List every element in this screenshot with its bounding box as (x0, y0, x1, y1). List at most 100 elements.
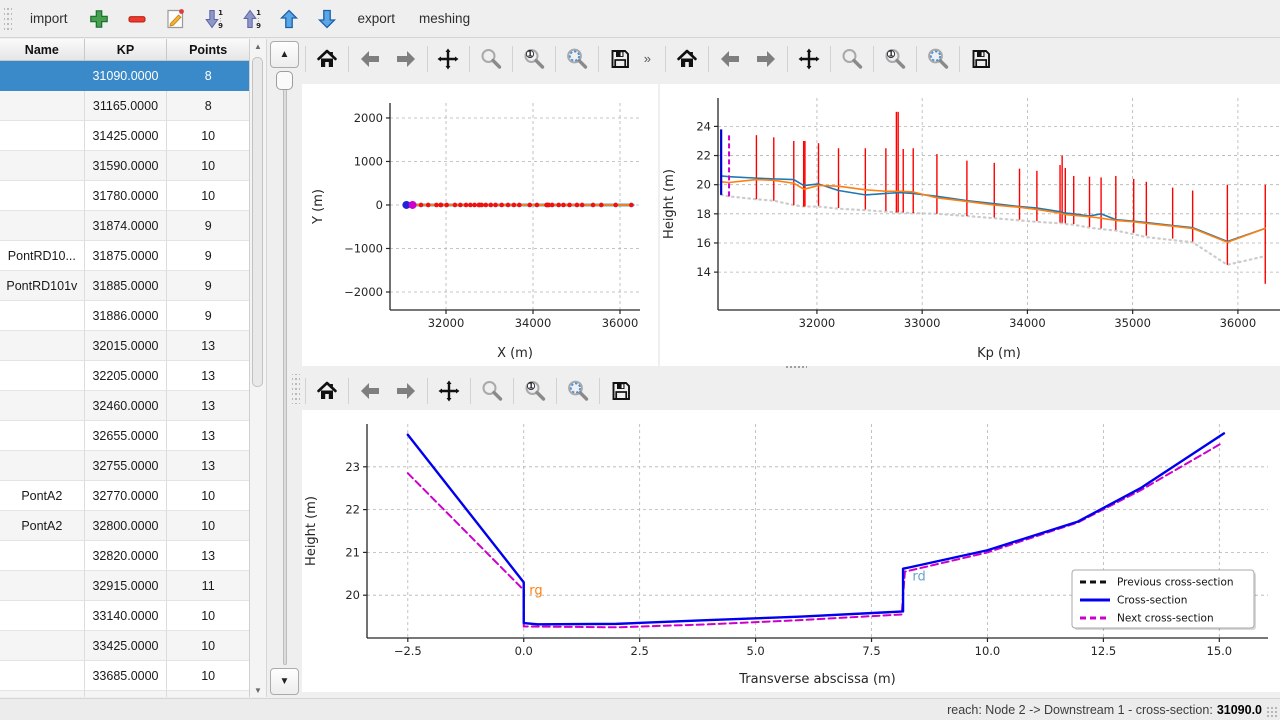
previous-section-button[interactable]: ▲ (270, 41, 299, 68)
table-row[interactable]: 32915.000011 (0, 571, 249, 601)
cell-kp[interactable]: 31090.0000 (85, 61, 168, 91)
cell-name[interactable] (0, 631, 85, 661)
cell-kp[interactable]: 32755.0000 (85, 451, 168, 481)
table-row[interactable]: 32205.000013 (0, 361, 249, 391)
table-row[interactable]: 33140.000010 (0, 601, 249, 631)
export-button[interactable]: export (348, 4, 406, 34)
cell-points[interactable]: 9 (167, 301, 249, 331)
cross-section-chart[interactable]: −2.50.02.55.07.510.012.515.020212223Tran… (302, 410, 1280, 692)
cell-kp[interactable]: 31886.0000 (85, 301, 168, 331)
toolbar-drag-handle[interactable] (4, 7, 12, 31)
table-row[interactable]: 33685.000010 (0, 661, 249, 691)
cell-name[interactable] (0, 391, 85, 421)
cell-name[interactable] (0, 151, 85, 181)
zoom-one-button[interactable] (517, 375, 553, 407)
save-figure-button[interactable] (963, 43, 999, 75)
move-up-button[interactable] (272, 4, 306, 34)
cell-points[interactable]: 13 (167, 331, 249, 361)
pan-button[interactable] (431, 43, 467, 75)
cell-kp[interactable]: 31875.0000 (85, 241, 168, 271)
cell-kp[interactable]: 32460.0000 (85, 391, 168, 421)
column-header-kp[interactable]: KP (85, 39, 168, 60)
cell-name[interactable]: PontA2 (0, 511, 85, 541)
sort-ascending-button[interactable] (234, 4, 268, 34)
table-row[interactable]: 31090.00008 (0, 61, 249, 91)
cell-points[interactable]: 13 (167, 391, 249, 421)
cell-name[interactable] (0, 691, 85, 697)
cell-name[interactable] (0, 91, 85, 121)
cell-name[interactable] (0, 451, 85, 481)
cell-points[interactable]: 10 (167, 181, 249, 211)
meshing-button[interactable]: meshing (409, 4, 480, 34)
section-slider-track[interactable] (283, 77, 287, 665)
zoom-one-button[interactable] (516, 43, 552, 75)
cell-kp[interactable]: 32205.0000 (85, 361, 168, 391)
cell-kp[interactable]: 32800.0000 (85, 511, 168, 541)
splitter-handle[interactable] (785, 365, 807, 370)
table-row[interactable]: PontRD101v31885.00009 (0, 271, 249, 301)
cell-kp[interactable]: 31165.0000 (85, 91, 168, 121)
forward-button[interactable] (748, 43, 784, 75)
pan-button[interactable] (791, 43, 827, 75)
back-button[interactable] (712, 43, 748, 75)
table-row[interactable]: 31590.000010 (0, 151, 249, 181)
save-figure-button[interactable] (603, 375, 639, 407)
table-row[interactable]: 31886.00009 (0, 301, 249, 331)
zoom-rect-button[interactable] (474, 375, 510, 407)
cell-name[interactable] (0, 211, 85, 241)
scrollbar-up-icon[interactable]: ▲ (250, 39, 266, 53)
zoom-rect-button[interactable] (834, 43, 870, 75)
zoom-select-button[interactable] (559, 43, 595, 75)
toolbar-overflow-button[interactable]: » (638, 51, 658, 66)
cell-kp[interactable]: 31874.0000 (85, 211, 168, 241)
table-row[interactable]: 32015.000013 (0, 331, 249, 361)
cell-points[interactable]: 10 (167, 481, 249, 511)
cell-name[interactable] (0, 301, 85, 331)
cell-kp[interactable]: 32655.0000 (85, 421, 168, 451)
cell-points[interactable]: 9 (167, 271, 249, 301)
sort-descending-button[interactable] (196, 4, 230, 34)
pan-button[interactable] (431, 375, 467, 407)
home-button[interactable] (669, 43, 705, 75)
home-button[interactable] (309, 43, 345, 75)
forward-button[interactable] (388, 375, 424, 407)
cell-kp[interactable]: 31885.0000 (85, 271, 168, 301)
cell-name[interactable] (0, 421, 85, 451)
cell-points[interactable]: 10 (167, 121, 249, 151)
table-row[interactable]: 32820.000013 (0, 541, 249, 571)
plan-view-chart[interactable]: 320003400036000−2000−1000010002000X (m)Y… (302, 84, 658, 366)
cell-points[interactable]: 9 (167, 211, 249, 241)
table-row[interactable]: 31425.000010 (0, 121, 249, 151)
cell-points[interactable]: 9 (167, 241, 249, 271)
cell-name[interactable]: PontRD101v (0, 271, 85, 301)
cell-points[interactable]: 8 (167, 61, 249, 91)
scrollbar-down-icon[interactable]: ▼ (250, 683, 266, 697)
back-button[interactable] (352, 375, 388, 407)
cell-name[interactable] (0, 361, 85, 391)
cell-name[interactable] (0, 601, 85, 631)
scrollbar-thumb[interactable] (252, 57, 263, 387)
cell-points[interactable]: 10 (167, 511, 249, 541)
cell-name[interactable] (0, 661, 85, 691)
add-section-button[interactable] (82, 4, 116, 34)
zoom-one-button[interactable] (877, 43, 913, 75)
column-header-points[interactable]: Points (167, 39, 249, 60)
longitudinal-profile-chart[interactable]: 3200033000340003500036000141618202224Kp … (660, 84, 1280, 366)
cell-points[interactable]: 13 (167, 541, 249, 571)
cell-points[interactable]: 11 (167, 571, 249, 601)
move-down-button[interactable] (310, 4, 344, 34)
bottom-toolbar-drag-handle[interactable] (292, 374, 300, 404)
cell-points[interactable]: 8 (167, 91, 249, 121)
forward-button[interactable] (388, 43, 424, 75)
home-button[interactable] (309, 375, 345, 407)
next-section-button[interactable]: ▼ (270, 668, 299, 695)
cell-kp[interactable]: 33685.0000 (85, 661, 168, 691)
zoom-select-button[interactable] (920, 43, 956, 75)
cell-kp[interactable]: 32015.0000 (85, 331, 168, 361)
table-row[interactable]: 32460.000013 (0, 391, 249, 421)
table-row[interactable]: 33945.000010 (0, 691, 249, 697)
table-row[interactable]: 32755.000013 (0, 451, 249, 481)
cell-kp[interactable]: 31425.0000 (85, 121, 168, 151)
cell-kp[interactable]: 33140.0000 (85, 601, 168, 631)
save-figure-button[interactable] (602, 43, 638, 75)
